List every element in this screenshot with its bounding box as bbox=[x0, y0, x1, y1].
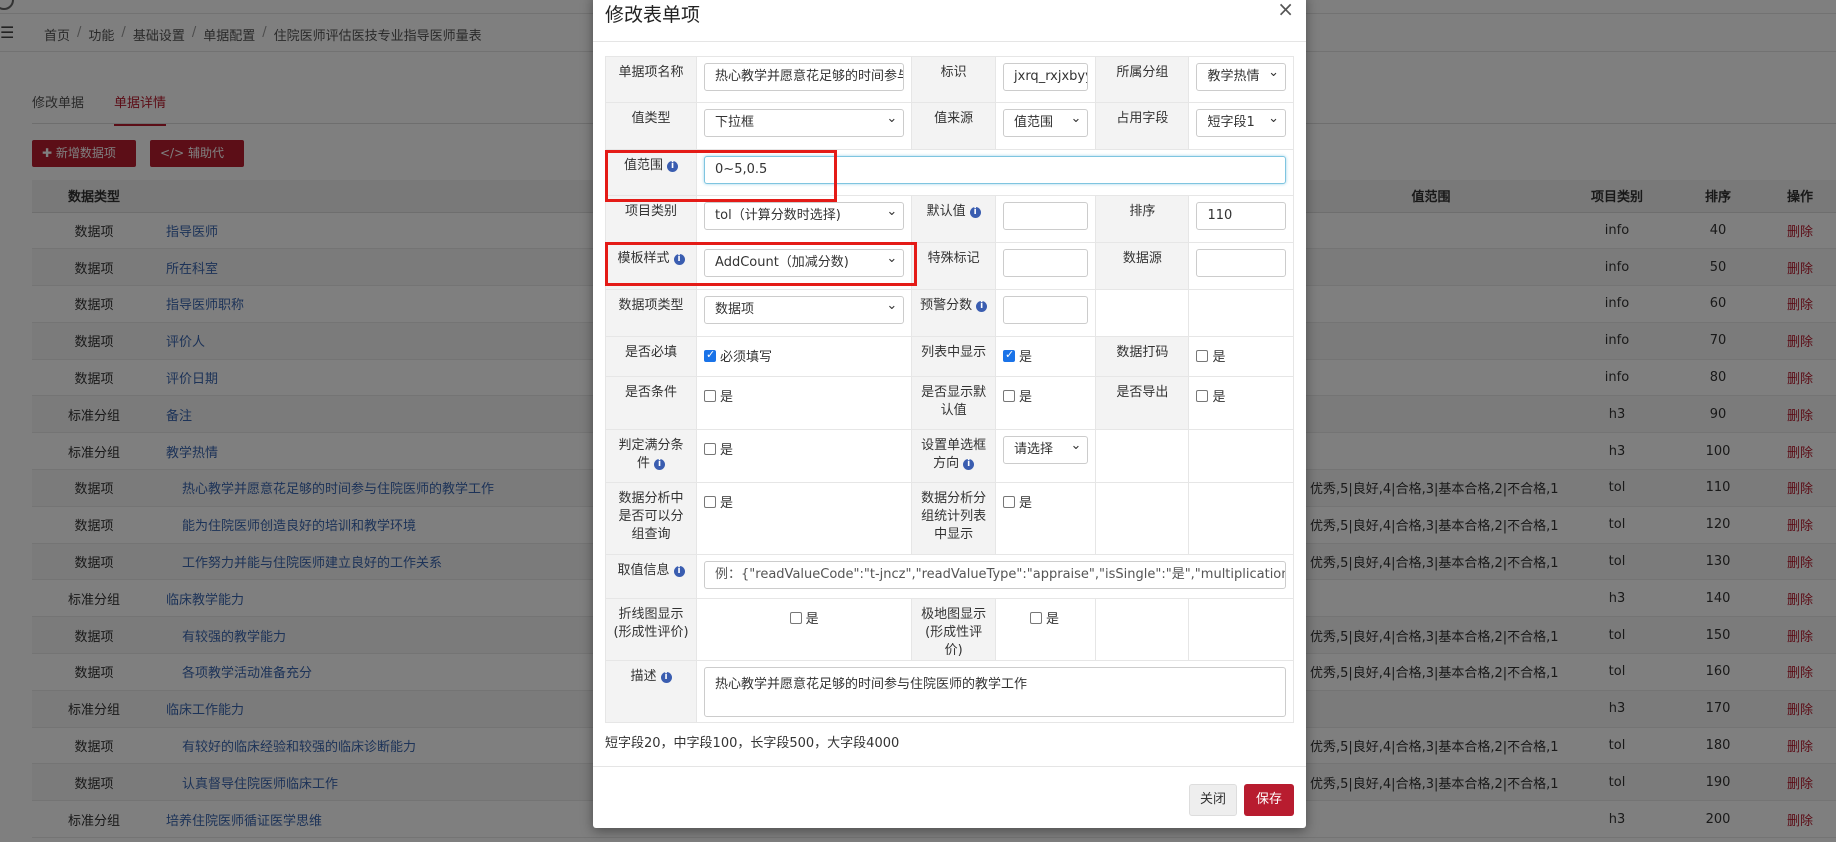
group-label: 所属分组 bbox=[1116, 65, 1169, 80]
value-info-label: 取值信息 bbox=[617, 563, 670, 578]
info-icon[interactable]: i bbox=[654, 459, 666, 470]
info-icon[interactable]: i bbox=[673, 566, 685, 577]
line-chart-checkbox[interactable] bbox=[789, 612, 802, 624]
item-category-select[interactable]: tol（计算分数时选择) bbox=[704, 202, 905, 230]
item-name-label: 单据项名称 bbox=[618, 65, 684, 80]
data-print-label: 数据打码 bbox=[1116, 345, 1169, 360]
is-condition-checkbox[interactable] bbox=[704, 390, 717, 402]
highlight-template-style bbox=[605, 242, 917, 286]
yes-text: 是 bbox=[720, 496, 734, 511]
yes-text: 是 bbox=[720, 443, 734, 458]
radar-chart-checkbox[interactable] bbox=[1030, 612, 1043, 624]
field-length-hint: 短字段20，中字段100，长字段500，大字段4000 bbox=[605, 736, 900, 751]
yes-text: 是 bbox=[1019, 496, 1033, 511]
required-label: 是否必填 bbox=[625, 345, 678, 360]
modal-title: 修改表单项 bbox=[605, 4, 701, 26]
yes-text: 是 bbox=[720, 390, 734, 405]
show-default-label: 是否显示默认值 bbox=[921, 385, 987, 418]
group-select[interactable]: 教学热情 bbox=[1196, 63, 1286, 91]
yes-text: 是 bbox=[1019, 350, 1033, 365]
identifier-input[interactable]: jxrq_rxjxbyy bbox=[1003, 63, 1089, 91]
full-score-label: 判定满分条件 bbox=[618, 438, 684, 471]
default-value-input[interactable] bbox=[1003, 202, 1089, 230]
data-item-type-label: 数据项类型 bbox=[618, 298, 684, 313]
value-source-select[interactable]: 值范围 bbox=[1003, 109, 1089, 137]
warn-score-label: 预警分数 bbox=[920, 298, 973, 313]
data-print-checkbox[interactable] bbox=[1196, 350, 1209, 362]
radar-chart-label: 极地图显示(形成性评价) bbox=[921, 607, 987, 658]
group-query-checkbox[interactable] bbox=[704, 496, 717, 508]
close-icon[interactable]: × bbox=[1277, 0, 1294, 21]
description-label: 描述 bbox=[630, 669, 657, 684]
yes-text: 是 bbox=[1212, 390, 1226, 405]
value-type-label: 值类型 bbox=[631, 111, 671, 126]
value-type-select[interactable]: 下拉框 bbox=[704, 109, 905, 137]
yes-text: 是 bbox=[1046, 612, 1060, 627]
is-condition-label: 是否条件 bbox=[625, 385, 678, 400]
required-checkbox[interactable] bbox=[704, 348, 717, 362]
order-input[interactable]: 110 bbox=[1196, 202, 1286, 230]
required-text: 必须填写 bbox=[720, 350, 773, 365]
value-source-label: 值来源 bbox=[934, 111, 974, 126]
warn-score-input[interactable] bbox=[1003, 296, 1089, 324]
edit-form-item-modal: 修改表单项 × 单据项名称 热心教学并愿意花足够的时间参与住院医师的教学工作 标… bbox=[593, 0, 1306, 828]
yes-text: 是 bbox=[805, 612, 819, 627]
radio-direction-label: 设置单选框方向 bbox=[921, 438, 987, 471]
special-mark-label: 特殊标记 bbox=[927, 251, 980, 266]
is-export-label: 是否导出 bbox=[1116, 385, 1169, 400]
identifier-label: 标识 bbox=[940, 65, 967, 80]
full-score-checkbox[interactable] bbox=[704, 443, 717, 455]
group-stats-checkbox[interactable] bbox=[1003, 496, 1016, 508]
show-default-checkbox[interactable] bbox=[1003, 390, 1016, 402]
show-in-list-label: 列表中显示 bbox=[921, 345, 987, 360]
description-textarea[interactable]: 热心教学并愿意花足够的时间参与住院医师的教学工作 bbox=[704, 667, 1286, 717]
default-value-label: 默认值 bbox=[926, 204, 966, 219]
save-button[interactable]: 保存 bbox=[1244, 784, 1294, 816]
is-export-checkbox[interactable] bbox=[1196, 390, 1209, 402]
info-icon[interactable]: i bbox=[969, 207, 981, 218]
line-chart-label: 折线图显示(形成性评价) bbox=[613, 607, 689, 640]
value-info-input[interactable]: 例：{"readValueCode":"t-jncz","readValueTy… bbox=[704, 561, 1286, 589]
field-select[interactable]: 短字段1 bbox=[1196, 109, 1286, 137]
group-query-label: 数据分析中是否可以分组查询 bbox=[618, 491, 684, 542]
data-item-type-select[interactable]: 数据项 bbox=[704, 296, 905, 324]
close-button[interactable]: 关闭 bbox=[1189, 784, 1237, 816]
item-category-label: 项目类别 bbox=[625, 204, 678, 219]
info-icon[interactable]: i bbox=[963, 459, 975, 470]
special-mark-input[interactable] bbox=[1003, 249, 1089, 277]
item-name-input[interactable]: 热心教学并愿意花足够的时间参与住院医师的教学工作 bbox=[704, 63, 905, 91]
modal-footer-divider bbox=[593, 766, 1306, 767]
info-icon[interactable]: i bbox=[660, 672, 672, 683]
yes-text: 是 bbox=[1019, 390, 1033, 405]
order-label: 排序 bbox=[1129, 204, 1156, 219]
show-in-list-checkbox[interactable] bbox=[1003, 348, 1016, 362]
info-icon[interactable]: i bbox=[976, 301, 988, 312]
highlight-value-range bbox=[605, 150, 837, 202]
radio-direction-select[interactable]: 请选择 bbox=[1003, 436, 1089, 464]
field-label: 占用字段 bbox=[1116, 111, 1169, 126]
yes-text: 是 bbox=[1212, 350, 1226, 365]
modal-header: 修改表单项 × bbox=[593, 0, 1306, 42]
group-stats-label: 数据分析分组统计列表中显示 bbox=[921, 491, 987, 542]
data-source-input[interactable] bbox=[1196, 249, 1286, 277]
data-source-label: 数据源 bbox=[1122, 251, 1162, 266]
